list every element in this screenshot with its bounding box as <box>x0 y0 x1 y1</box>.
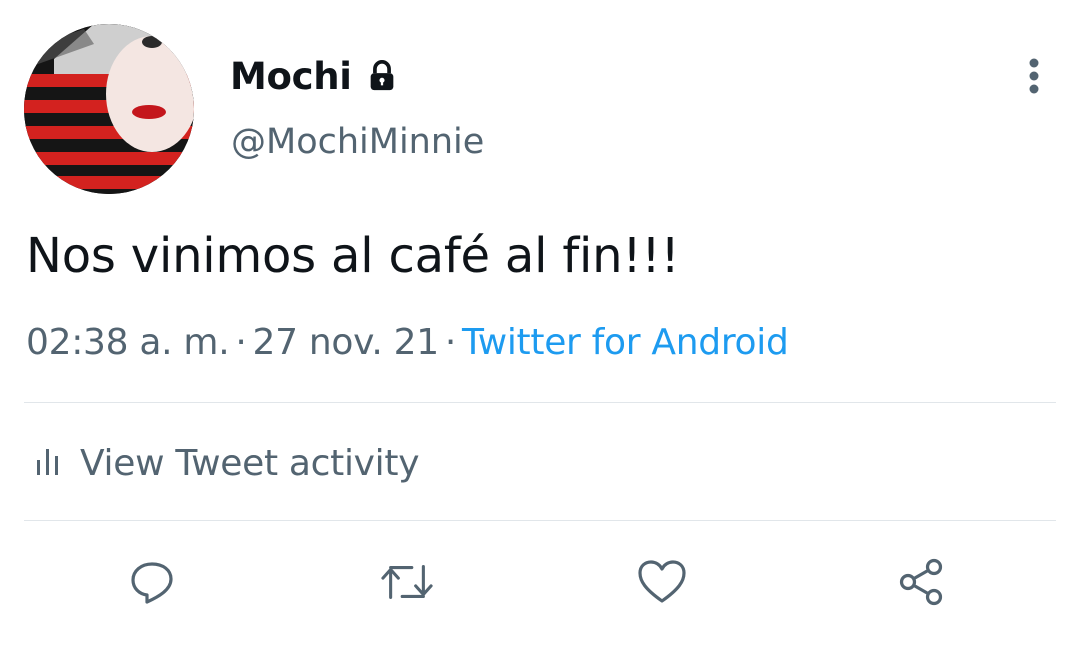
analytics-icon <box>34 446 62 480</box>
author-handle[interactable]: @MochiMinnie <box>231 122 484 162</box>
share-icon[interactable] <box>895 556 947 608</box>
author-name-row: Mochi <box>230 52 400 100</box>
view-tweet-activity-label: View Tweet activity <box>80 442 420 484</box>
like-icon[interactable] <box>636 556 688 608</box>
avatar-image <box>24 24 194 194</box>
meta-separator: · <box>444 322 456 363</box>
view-tweet-activity-button[interactable]: View Tweet activity <box>34 438 420 488</box>
reply-icon[interactable] <box>126 556 178 608</box>
tweet-text: Nos vinimos al café al fin!!! <box>26 228 680 284</box>
tweet-meta: 02:38 a. m. · 27 nov. 21 · Twitter for Andro… <box>26 322 789 363</box>
retweet-icon[interactable] <box>381 556 433 608</box>
tweet-source-link[interactable]: Twitter for Android <box>462 322 789 363</box>
meta-separator: · <box>235 322 247 363</box>
author-display-name[interactable]: Mochi <box>230 55 352 98</box>
tweet-date[interactable]: 27 nov. 21 <box>253 322 440 363</box>
avatar[interactable] <box>24 24 194 194</box>
lock-icon <box>364 58 400 94</box>
tweet-time[interactable]: 02:38 a. m. <box>26 322 230 363</box>
divider <box>24 520 1056 521</box>
divider <box>24 402 1056 403</box>
more-vertical-icon[interactable] <box>1016 56 1052 96</box>
